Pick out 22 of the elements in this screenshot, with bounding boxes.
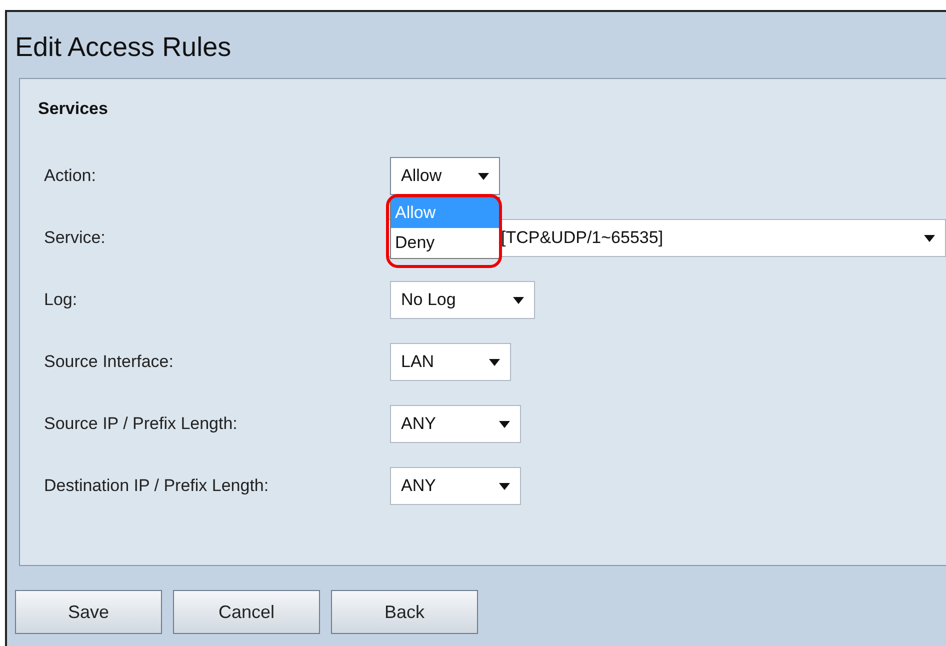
caret-icon [499, 482, 510, 490]
caret-icon [513, 296, 524, 304]
caret-icon [499, 420, 510, 428]
field-label: Source Interface: [43, 352, 174, 372]
action-button[interactable]: Back [331, 590, 478, 634]
field-label: Source IP / Prefix Length: [43, 414, 238, 434]
field-label: Service: [43, 228, 106, 248]
action-button[interactable]: Save [15, 590, 162, 634]
dropdown[interactable]: Allow [390, 157, 500, 195]
action-button[interactable]: Cancel [173, 590, 320, 634]
window-title: Edit Access Rules [14, 31, 232, 64]
caret-icon [924, 234, 935, 242]
field-label: Destination IP / Prefix Length: [43, 476, 270, 496]
field-label: Action: [43, 166, 97, 186]
dropdown[interactable]: No Log [390, 281, 535, 319]
caret-icon [489, 358, 500, 366]
dropdown[interactable]: ANY [390, 405, 521, 443]
dropdown[interactable]: LAN [390, 343, 511, 381]
caret-icon [478, 172, 489, 180]
field-label: Log: [43, 290, 78, 310]
dropdown[interactable]: ANY [390, 467, 521, 505]
section-title: Services [38, 99, 109, 119]
